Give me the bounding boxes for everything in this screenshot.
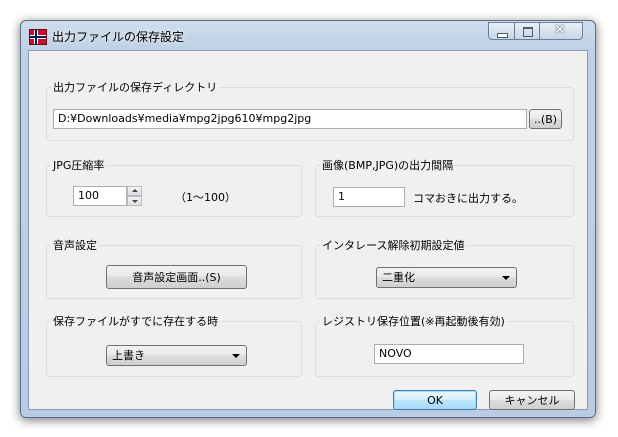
- spinner-down-icon[interactable]: [127, 196, 142, 206]
- deinterlace-dropdown[interactable]: 二重化: [376, 267, 517, 288]
- deinterlace-selected: 二重化: [382, 271, 415, 284]
- norway-flag-icon: [29, 29, 47, 45]
- image-interval-input[interactable]: 1: [333, 187, 405, 207]
- deinterlace-legend: インタレース解除初期設定値: [322, 239, 465, 252]
- registry-legend: レジストリ保存位置(※再起動後有効): [322, 315, 505, 328]
- minimize-button[interactable]: [488, 22, 515, 40]
- dialog-window: 出力ファイルの保存設定 ✕ 出力ファイルの保存ディレクトリ D:¥Downloa…: [20, 20, 596, 418]
- chevron-down-icon: [502, 276, 510, 280]
- close-icon: ✕: [554, 22, 566, 38]
- spinner-up-icon[interactable]: [127, 186, 142, 196]
- audio-settings-legend: 音声設定: [53, 239, 97, 252]
- image-interval-legend: 画像(BMP,JPG)の出力間隔: [322, 159, 454, 172]
- minimize-icon: [497, 33, 508, 38]
- output-directory-legend: 出力ファイルの保存ディレクトリ: [53, 81, 218, 94]
- window-title: 出力ファイルの保存設定: [52, 30, 185, 44]
- jpg-compression-range: （1〜100）: [175, 191, 236, 204]
- registry-location-input[interactable]: NOVO: [374, 344, 524, 364]
- image-interval-suffix: コマおきに出力する。: [413, 192, 523, 205]
- file-exists-legend: 保存ファイルがすでに存在する時: [53, 315, 219, 328]
- file-exists-dropdown[interactable]: 上書き: [106, 345, 247, 366]
- audio-settings-button[interactable]: 音声設定画面..(S): [106, 265, 247, 289]
- ok-button[interactable]: OK: [393, 390, 477, 410]
- jpg-compression-spinner[interactable]: [127, 186, 142, 206]
- file-exists-selected: 上書き: [112, 349, 145, 362]
- cancel-button[interactable]: キャンセル: [489, 390, 575, 410]
- chevron-down-icon: [232, 354, 240, 358]
- title-bar[interactable]: 出力ファイルの保存設定 ✕: [21, 21, 595, 51]
- maximize-button[interactable]: [514, 22, 540, 40]
- output-directory-field[interactable]: D:¥Downloads¥media¥mpg2jpg610¥mpg2jpg: [53, 109, 527, 129]
- browse-button[interactable]: ..(B): [529, 109, 562, 129]
- jpg-compression-input[interactable]: 100: [73, 186, 127, 206]
- close-button[interactable]: ✕: [539, 22, 583, 40]
- jpg-compression-legend: JPG圧縮率: [53, 159, 105, 172]
- maximize-icon: [523, 27, 533, 37]
- dialog-client-area: 出力ファイルの保存ディレクトリ D:¥Downloads¥media¥mpg2j…: [28, 50, 588, 410]
